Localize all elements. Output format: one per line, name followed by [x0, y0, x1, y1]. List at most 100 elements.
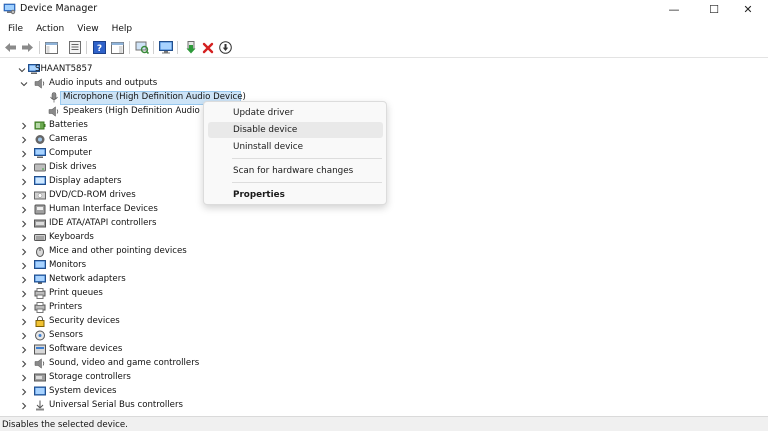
tree-category-sensors[interactable]: Sensors	[0, 329, 240, 343]
sound-icon	[34, 358, 45, 369]
chevron-down-icon[interactable]	[18, 66, 26, 74]
network-adapter-icon	[34, 274, 46, 284]
uninstall-device-icon[interactable]	[200, 40, 215, 55]
security-device-icon	[35, 316, 45, 327]
tree-category-label: Disk drives	[49, 162, 97, 172]
context-separator	[232, 182, 382, 183]
chevron-right-icon[interactable]	[20, 192, 28, 200]
toolbar-separator	[153, 41, 154, 54]
chevron-right-icon[interactable]	[20, 374, 28, 382]
tree-category-keyboards[interactable]: Keyboards	[0, 231, 240, 245]
action-pane-icon[interactable]	[110, 40, 125, 55]
usb-icon	[36, 400, 44, 411]
context-uninstall-device[interactable]: Uninstall device	[208, 139, 383, 155]
chevron-right-icon[interactable]	[20, 332, 28, 340]
tree-category-network-adapters[interactable]: Network adapters	[0, 273, 240, 287]
menu-view[interactable]: View	[69, 21, 103, 37]
context-update-driver[interactable]: Update driver	[208, 105, 383, 121]
update-driver-icon[interactable]	[183, 40, 198, 55]
computer-monitor-icon[interactable]	[158, 40, 173, 55]
title-bar: Device Manager — ☐ ✕	[0, 0, 768, 18]
tree-category-mice-and-other-pointing-devices[interactable]: Mice and other pointing devices	[0, 245, 240, 259]
tree-category-label: Sound, video and game controllers	[49, 358, 200, 368]
tree-category-universal-serial-bus-controllers[interactable]: Universal Serial Bus controllers	[0, 399, 240, 413]
context-scan-hardware[interactable]: Scan for hardware changes	[208, 163, 383, 179]
software-device-icon	[34, 344, 46, 355]
speaker-icon	[34, 78, 45, 89]
properties-icon[interactable]	[67, 40, 82, 55]
chevron-right-icon[interactable]	[20, 290, 28, 298]
ide-controller-icon	[34, 219, 46, 228]
chevron-right-icon[interactable]	[20, 360, 28, 368]
status-text: Disables the selected device.	[2, 420, 128, 430]
microphone-icon	[50, 92, 58, 103]
chevron-right-icon[interactable]	[20, 276, 28, 284]
chevron-right-icon[interactable]	[20, 206, 28, 214]
help-icon[interactable]: ?	[92, 40, 107, 55]
forward-arrow-icon[interactable]	[20, 40, 35, 55]
toolbar-separator	[177, 41, 178, 54]
toolbar: ?	[0, 38, 768, 58]
tree-category-sound-video-and-game-controllers[interactable]: Sound, video and game controllers	[0, 357, 240, 371]
chevron-right-icon[interactable]	[20, 402, 28, 410]
toolbar-separator	[129, 41, 130, 54]
close-icon: ✕	[743, 2, 753, 16]
tree-category-storage-controllers[interactable]: Storage controllers	[0, 371, 240, 385]
back-arrow-icon[interactable]	[3, 40, 18, 55]
chevron-right-icon[interactable]	[20, 318, 28, 326]
keyboard-icon	[34, 234, 46, 241]
storage-controller-icon	[34, 373, 46, 382]
scan-hardware-icon[interactable]	[134, 40, 149, 55]
minimize-button[interactable]: —	[652, 0, 696, 18]
dvd-drive-icon	[34, 191, 46, 200]
tree-category-audio-inputs-and-outputs[interactable]: Audio inputs and outputs	[0, 77, 220, 91]
tree-category-human-interface-devices[interactable]: Human Interface Devices	[0, 203, 240, 217]
context-separator	[232, 158, 382, 159]
tree-category-monitors[interactable]: Monitors	[0, 259, 240, 273]
chevron-right-icon[interactable]	[20, 178, 28, 186]
tree-category-label: Display adapters	[49, 176, 122, 186]
menu-help[interactable]: Help	[104, 21, 138, 37]
chevron-right-icon[interactable]	[20, 248, 28, 256]
tree-category-printers[interactable]: Printers	[0, 301, 240, 315]
device-manager-app-icon	[3, 3, 16, 15]
disk-drive-icon	[34, 163, 46, 172]
tree-category-label: Print queues	[49, 288, 103, 298]
status-bar: Disables the selected device.	[0, 416, 768, 431]
tree-category-security-devices[interactable]: Security devices	[0, 315, 240, 329]
chevron-right-icon[interactable]	[20, 122, 28, 130]
chevron-right-icon[interactable]	[20, 164, 28, 172]
chevron-right-icon[interactable]	[20, 150, 28, 158]
mouse-icon	[36, 247, 44, 257]
tree-category-label: Audio inputs and outputs	[49, 78, 158, 88]
chevron-right-icon[interactable]	[20, 304, 28, 312]
tree-category-software-devices[interactable]: Software devices	[0, 343, 240, 357]
tree-category-label: Monitors	[49, 260, 87, 270]
tree-category-print-queues[interactable]: Print queues	[0, 287, 240, 301]
battery-icon	[34, 121, 46, 130]
chevron-right-icon[interactable]	[20, 388, 28, 396]
chevron-right-icon[interactable]	[20, 136, 28, 144]
tree-category-system-devices[interactable]: System devices	[0, 385, 240, 399]
menu-file[interactable]: File	[0, 21, 28, 37]
chevron-right-icon[interactable]	[20, 220, 28, 228]
context-disable-device[interactable]: Disable device	[208, 122, 383, 138]
chevron-down-icon[interactable]	[20, 80, 28, 88]
chevron-right-icon[interactable]	[20, 234, 28, 242]
context-properties[interactable]: Properties	[208, 187, 383, 203]
tree-root[interactable]: SHAANT5857	[0, 63, 200, 77]
chevron-right-icon[interactable]	[20, 346, 28, 354]
show-hide-console-tree-icon[interactable]	[44, 40, 59, 55]
close-button[interactable]: ✕	[726, 0, 768, 18]
tree-category-label: Network adapters	[49, 274, 126, 284]
monitor-icon	[34, 260, 46, 269]
tree-category-label: Batteries	[49, 120, 88, 130]
disable-device-icon[interactable]	[218, 40, 233, 55]
tree-category-label: DVD/CD-ROM drives	[49, 190, 136, 200]
tree-category-label: Cameras	[49, 134, 88, 144]
menu-action[interactable]: Action	[28, 21, 69, 37]
chevron-right-icon[interactable]	[20, 262, 28, 270]
tree-category-ide-ata-atapi-controllers[interactable]: IDE ATA/ATAPI controllers	[0, 217, 240, 231]
maximize-icon: ☐	[709, 2, 719, 16]
tree-device-speakers[interactable]: Speakers (High Definition Audio De	[0, 105, 210, 119]
